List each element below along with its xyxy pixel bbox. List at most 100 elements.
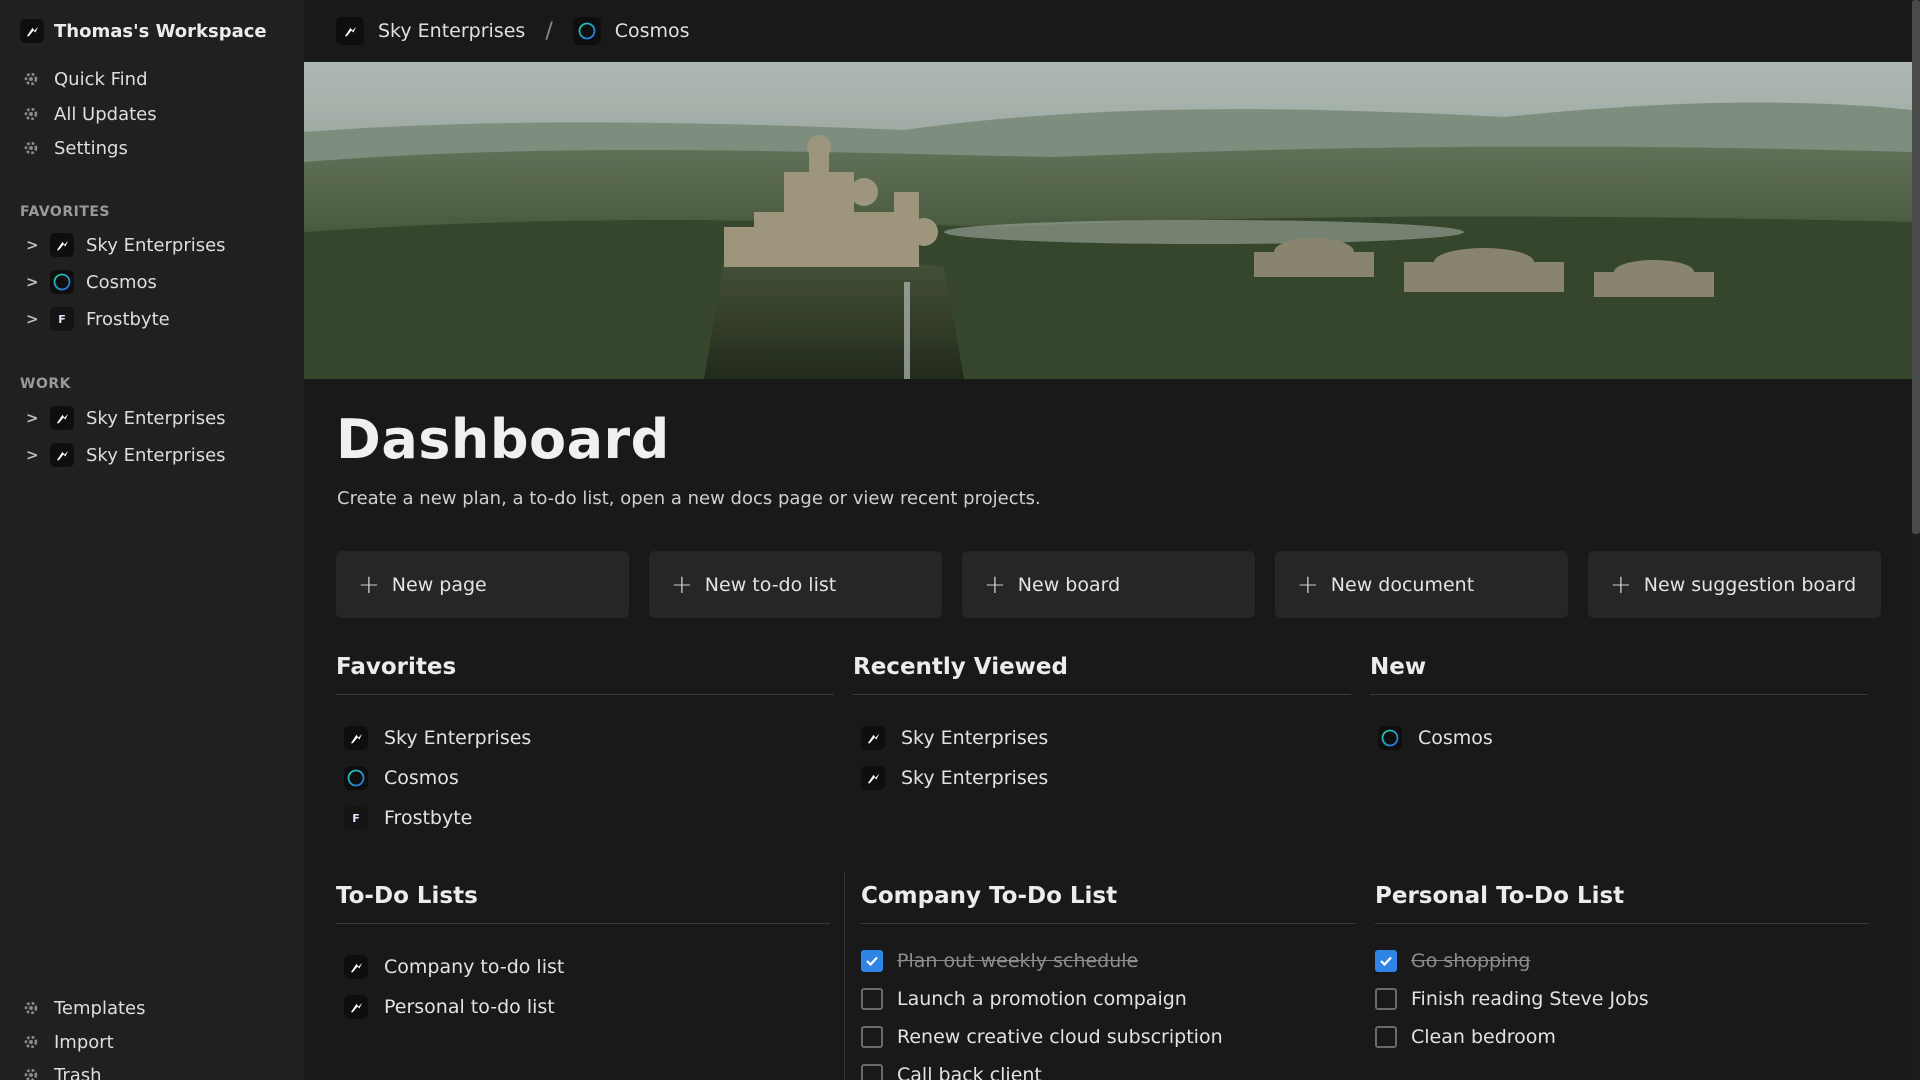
- new-suggestion-board-button[interactable]: + New suggestion board: [1588, 551, 1881, 618]
- scrollbar-thumb[interactable]: [1912, 0, 1920, 534]
- favorites-section: Favorites Sky Enterprises Cosmos F Frost…: [336, 654, 834, 838]
- sidebar-item-templates[interactable]: Templates: [22, 993, 146, 1023]
- plus-icon: +: [1610, 569, 1632, 600]
- todo-item[interactable]: Renew creative cloud subscription: [861, 1018, 1355, 1056]
- list-item[interactable]: F Frostbyte: [336, 798, 834, 838]
- list-item[interactable]: Sky Enterprises: [853, 758, 1351, 798]
- list-item-label: Cosmos: [1418, 727, 1493, 749]
- new-todo-list-button[interactable]: + New to-do list: [649, 551, 942, 618]
- breadcrumb-label: Cosmos: [614, 20, 690, 42]
- todo-item[interactable]: Launch a promotion compaign: [861, 980, 1355, 1018]
- cosmos-icon: [344, 766, 368, 790]
- list-item-label: Sky Enterprises: [384, 727, 532, 749]
- breadcrumb-label: Sky Enterprises: [378, 20, 526, 42]
- sidebar-item-import[interactable]: Import: [22, 1027, 114, 1057]
- gear-icon: [24, 107, 38, 121]
- gear-icon: [24, 141, 38, 155]
- action-label: New suggestion board: [1643, 573, 1857, 596]
- workspace-title: Thomas's Workspace: [54, 20, 267, 42]
- checkbox[interactable]: [1375, 988, 1397, 1010]
- todo-item[interactable]: Go shopping: [1375, 942, 1869, 980]
- section-heading: Favorites: [336, 654, 834, 695]
- list-item-label: Frostbyte: [384, 807, 473, 829]
- sky-enterprises-icon: [861, 726, 885, 750]
- list-item-label: Company to-do list: [384, 956, 565, 978]
- sky-enterprises-icon: [50, 443, 74, 467]
- checkbox[interactable]: [861, 1026, 883, 1048]
- sidebar-item-cosmos[interactable]: > Cosmos: [26, 267, 157, 297]
- list-item[interactable]: Company to-do list: [336, 947, 830, 987]
- todo-item[interactable]: Clean bedroom: [1375, 1018, 1869, 1056]
- chevron-right-icon[interactable]: >: [26, 236, 39, 254]
- plus-icon: +: [1297, 569, 1319, 600]
- sky-enterprises-icon: [344, 995, 368, 1019]
- chevron-right-icon[interactable]: >: [26, 409, 39, 427]
- section-heading: To-Do Lists: [336, 883, 830, 924]
- new-page-button[interactable]: + New page: [336, 551, 629, 618]
- new-board-button[interactable]: + New board: [962, 551, 1255, 618]
- section-heading: Recently Viewed: [853, 654, 1351, 695]
- todo-item[interactable]: Plan out weekly schedule: [861, 942, 1355, 980]
- sidebar-item-all-updates[interactable]: All Updates: [22, 99, 157, 129]
- chevron-right-icon[interactable]: >: [26, 310, 39, 328]
- new-document-button[interactable]: + New document: [1275, 551, 1568, 618]
- action-label: New board: [1017, 573, 1121, 596]
- sidebar-item-sky-enterprises[interactable]: > Sky Enterprises: [26, 403, 226, 433]
- todo-item-label: Clean bedroom: [1411, 1026, 1556, 1048]
- cover-image: [304, 62, 1912, 379]
- check-icon: [866, 956, 878, 967]
- breadcrumb-item-cosmos[interactable]: Cosmos: [572, 17, 690, 45]
- company-todo-section: Company To-Do List Plan out weekly sched…: [861, 883, 1355, 1080]
- sidebar-item-frostbyte[interactable]: > F Frostbyte: [26, 304, 170, 334]
- check-icon: [1380, 956, 1392, 967]
- checkbox[interactable]: [861, 950, 883, 972]
- list-item[interactable]: Cosmos: [336, 758, 834, 798]
- list-item[interactable]: Cosmos: [1370, 718, 1868, 758]
- sky-enterprises-icon: [344, 955, 368, 979]
- sky-enterprises-icon: [336, 17, 364, 45]
- gear-icon: [24, 72, 38, 86]
- column-divider: [844, 872, 845, 1080]
- frostbyte-icon: F: [344, 806, 368, 830]
- sidebar-item-label: Sky Enterprises: [86, 234, 226, 256]
- chevron-right-icon[interactable]: >: [26, 273, 39, 291]
- breadcrumb: Sky Enterprises / Cosmos: [304, 0, 1912, 62]
- todo-item[interactable]: Finish reading Steve Jobs: [1375, 980, 1869, 1018]
- todo-lists-section: To-Do Lists Company to-do list Personal …: [336, 883, 830, 1027]
- checkbox[interactable]: [1375, 1026, 1397, 1048]
- checkbox[interactable]: [861, 1064, 883, 1080]
- sidebar-item-label: Cosmos: [86, 271, 157, 293]
- chevron-right-icon[interactable]: >: [26, 446, 39, 464]
- sky-enterprises-icon: [20, 19, 44, 43]
- sidebar: Thomas's Workspace Quick Find All Update…: [0, 0, 304, 1080]
- cosmos-icon: [572, 17, 601, 45]
- sidebar-item-label: Quick Find: [54, 68, 148, 90]
- sidebar-item-sky-enterprises[interactable]: > Sky Enterprises: [26, 230, 226, 260]
- list-item[interactable]: Sky Enterprises: [853, 718, 1351, 758]
- todo-item[interactable]: Call back client: [861, 1056, 1355, 1080]
- workspace-switcher[interactable]: Thomas's Workspace: [20, 18, 267, 44]
- work-section-label: WORK: [20, 376, 71, 392]
- sidebar-item-label: Sky Enterprises: [86, 444, 226, 466]
- favorites-section-label: FAVORITES: [20, 204, 111, 220]
- sidebar-item-label: Import: [54, 1031, 114, 1053]
- sidebar-item-quick-find[interactable]: Quick Find: [22, 64, 148, 94]
- checkbox[interactable]: [1375, 950, 1397, 972]
- list-item[interactable]: Sky Enterprises: [336, 718, 834, 758]
- action-label: New page: [391, 573, 487, 596]
- sidebar-item-trash[interactable]: Trash: [22, 1060, 102, 1080]
- plus-icon: +: [671, 569, 693, 600]
- sidebar-item-settings[interactable]: Settings: [22, 133, 128, 163]
- sidebar-item-label: Sky Enterprises: [86, 407, 226, 429]
- action-label: New document: [1330, 573, 1475, 596]
- todo-item-label: Call back client: [897, 1064, 1042, 1080]
- page-title: Dashboard: [336, 408, 670, 471]
- checkbox[interactable]: [861, 988, 883, 1010]
- breadcrumb-item-sky-enterprises[interactable]: Sky Enterprises: [336, 17, 525, 45]
- page-subtitle: Create a new plan, a to-do list, open a …: [337, 488, 1041, 509]
- list-item-label: Cosmos: [384, 767, 459, 789]
- todo-item-label: Launch a promotion compaign: [897, 988, 1187, 1010]
- sidebar-item-sky-enterprises[interactable]: > Sky Enterprises: [26, 440, 226, 470]
- list-item[interactable]: Personal to-do list: [336, 987, 830, 1027]
- todo-item-label: Plan out weekly schedule: [897, 950, 1139, 972]
